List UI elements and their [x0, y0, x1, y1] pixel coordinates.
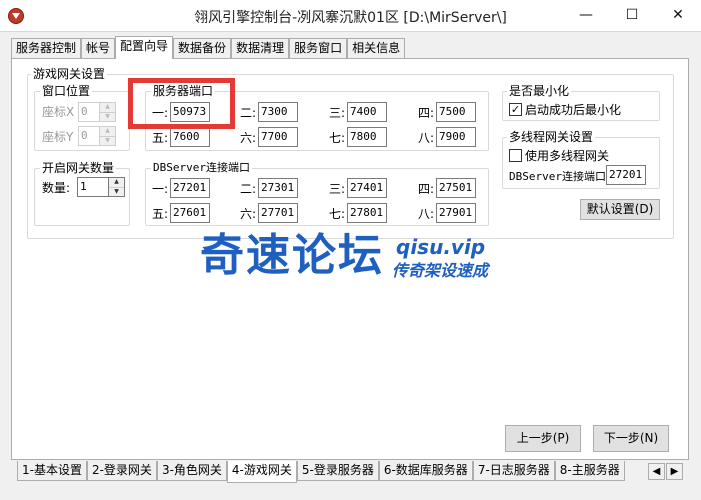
tab-config-wizard[interactable]: 配置向导	[115, 36, 174, 59]
tab-step-main-server[interactable]: 8-主服务器	[554, 461, 625, 481]
spin-down-icon[interactable]: ▼	[109, 188, 124, 197]
tab-step-log-server[interactable]: 7-日志服务器	[472, 461, 555, 481]
tab-step-role-gate[interactable]: 3-角色网关	[156, 461, 227, 481]
server-port-7-input[interactable]: 7800	[347, 127, 387, 147]
game-gateway-group-title: 游戏网关设置	[31, 67, 108, 81]
db-port-2-label: 二:	[240, 182, 257, 196]
server-port-6-label: 六:	[240, 131, 257, 145]
gateway-count-label: 数量:	[42, 181, 71, 195]
db-port-1-input[interactable]: 27201	[170, 178, 210, 198]
multithread-checkbox-label: 使用多线程网关	[525, 149, 610, 163]
db-port-2-input[interactable]: 27301	[258, 178, 298, 198]
tab-account[interactable]: 帐号	[81, 38, 116, 59]
coord-y-input[interactable]: 0	[78, 126, 100, 146]
tab-step-game-gate[interactable]: 4-游戏网关	[226, 461, 297, 483]
tab-data-cleanup[interactable]: 数据清理	[231, 38, 290, 59]
tab-scroll-right-icon[interactable]: ▶	[666, 463, 683, 480]
maximize-button[interactable]: ☐	[609, 0, 655, 30]
server-port-4-label: 四:	[418, 106, 435, 120]
tab-step-login-gate[interactable]: 2-登录网关	[86, 461, 157, 481]
gateway-count-stepper[interactable]: ▲ ▼	[109, 177, 125, 197]
multithread-group-title: 多线程网关设置	[507, 130, 596, 144]
watermark-title: 奇速论坛	[200, 230, 384, 281]
coord-y-stepper[interactable]: ▲ ▼	[100, 126, 116, 146]
tab-service-window[interactable]: 服务窗口	[289, 38, 348, 59]
tab-scroll-left-icon[interactable]: ◀	[648, 463, 665, 480]
window-position-title: 窗口位置	[40, 84, 93, 98]
minimize-checkbox-label: 启动成功后最小化	[525, 103, 622, 117]
server-port-3-input[interactable]: 7400	[347, 102, 387, 122]
tab-step-db-server[interactable]: 6-数据库服务器	[378, 461, 473, 481]
server-port-3-label: 三:	[329, 106, 346, 120]
db-port-3-input[interactable]: 27401	[347, 178, 387, 198]
tab-step-basic[interactable]: 1-基本设置	[17, 461, 87, 481]
db-port-7-label: 七:	[329, 207, 346, 221]
db-port-6-label: 六:	[240, 207, 257, 221]
gateway-count-input[interactable]: 1	[77, 177, 109, 197]
db-port-5-label: 五:	[152, 207, 169, 221]
watermark-slogan: 传奇架设速成	[392, 261, 489, 280]
db-port-4-label: 四:	[418, 182, 435, 196]
db-port-1-label: 一:	[152, 182, 169, 196]
minimize-checkbox[interactable]: ✓	[509, 103, 522, 116]
title-bar: 翎风引擎控制台-冽风寨沉默01区 [D:\MirServer\] — ☐ ✕	[0, 0, 701, 32]
db-port-8-input[interactable]: 27901	[436, 203, 476, 223]
coord-x-label: 座标X	[42, 105, 75, 119]
tab-related-info[interactable]: 相关信息	[347, 38, 406, 59]
next-step-button[interactable]: 下一步(N)	[593, 425, 669, 452]
multithread-db-input[interactable]: 27201	[606, 165, 646, 185]
db-port-8-label: 八:	[418, 207, 435, 221]
spin-down-icon[interactable]: ▼	[100, 113, 115, 122]
default-settings-button[interactable]: 默认设置(D)	[580, 199, 660, 220]
server-port-8-label: 八:	[418, 131, 435, 145]
spin-up-icon[interactable]: ▲	[100, 127, 115, 137]
prev-step-button[interactable]: 上一步(P)	[505, 425, 581, 452]
gateway-count-title: 开启网关数量	[40, 161, 117, 175]
coord-x-stepper[interactable]: ▲ ▼	[100, 102, 116, 122]
minimize-button[interactable]: —	[563, 0, 609, 30]
db-port-7-input[interactable]: 27801	[347, 203, 387, 223]
db-port-6-input[interactable]: 27701	[258, 203, 298, 223]
server-port-2-input[interactable]: 7300	[258, 102, 298, 122]
db-ports-title: DBServer连接端口	[151, 161, 252, 175]
db-port-3-label: 三:	[329, 182, 346, 196]
server-port-7-label: 七:	[329, 131, 346, 145]
server-port-4-input[interactable]: 7500	[436, 102, 476, 122]
spin-up-icon[interactable]: ▲	[100, 103, 115, 113]
spin-down-icon[interactable]: ▼	[100, 137, 115, 146]
coord-x-input[interactable]: 0	[78, 102, 100, 122]
close-button[interactable]: ✕	[655, 0, 701, 30]
watermark-url: qisu.vip	[396, 235, 486, 259]
tab-data-backup[interactable]: 数据备份	[173, 38, 232, 59]
multithread-checkbox[interactable]	[509, 149, 522, 162]
server-port-5-input[interactable]: 7600	[170, 127, 210, 147]
coord-y-label: 座标Y	[42, 130, 74, 144]
server-port-8-input[interactable]: 7900	[436, 127, 476, 147]
multithread-db-label: DBServer连接端口	[509, 170, 606, 183]
minimize-group-title: 是否最小化	[507, 84, 572, 98]
db-port-4-input[interactable]: 27501	[436, 178, 476, 198]
tab-step-login-server[interactable]: 5-登录服务器	[296, 461, 379, 481]
server-port-2-label: 二:	[240, 106, 257, 120]
highlight-box	[128, 78, 235, 129]
db-port-5-input[interactable]: 27601	[170, 203, 210, 223]
tab-server-control[interactable]: 服务器控制	[11, 38, 82, 59]
main-tab-strip: 服务器控制 帐号 配置向导 数据备份 数据清理 服务窗口 相关信息	[11, 36, 406, 59]
spin-up-icon[interactable]: ▲	[109, 178, 124, 188]
server-port-6-input[interactable]: 7700	[258, 127, 298, 147]
server-port-5-label: 五:	[152, 131, 169, 145]
wizard-step-tabs: 1-基本设置 2-登录网关 3-角色网关 4-游戏网关 5-登录服务器 6-数据…	[17, 461, 625, 483]
